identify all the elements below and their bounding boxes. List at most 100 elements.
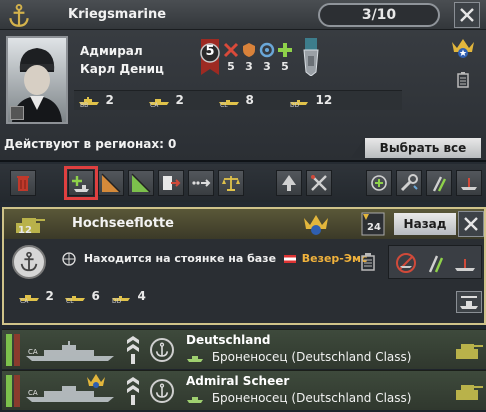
ship-strength-bar	[6, 375, 12, 407]
attack-icon	[223, 42, 239, 58]
ship-count-bb: BB 2	[78, 93, 114, 109]
arrow-up-icon	[282, 175, 296, 191]
active-regions-label: Действуют в регионах: 0	[4, 137, 177, 151]
refit-button[interactable]	[396, 170, 422, 196]
delete-fleet-button[interactable]	[10, 170, 36, 196]
skill-level: 5	[205, 44, 215, 59]
ship-org-bar	[14, 375, 20, 407]
fleet-order-icons	[388, 245, 482, 279]
commander-ship-summary: BB 2 CA 2 CL 8 DD 12	[74, 90, 402, 110]
engagement-button[interactable]	[426, 170, 452, 196]
globe-icon	[62, 252, 76, 266]
ship-mission-button[interactable]	[150, 338, 174, 362]
ship-type-label: DD	[112, 298, 122, 305]
ship-count-value: 6	[91, 289, 100, 303]
ship-priority-icon[interactable]	[453, 252, 477, 274]
fleet-crown-icon[interactable]	[302, 212, 330, 236]
back-button[interactable]: Назад	[394, 213, 456, 235]
ship-type-label: DD	[290, 102, 300, 109]
select-all-button[interactable]: Выбрать все	[365, 138, 481, 158]
ship-class: Броненосец (Deutschland Class)	[186, 350, 411, 364]
stat-coordination-value: 5	[281, 60, 289, 73]
crown-icon[interactable]	[450, 36, 476, 58]
medal-icon	[303, 38, 319, 76]
ship-class-text: Броненосец (Deutschland Class)	[211, 350, 412, 364]
fleet-settings-button[interactable]	[456, 291, 482, 313]
flagship-crown-icon	[87, 374, 105, 388]
defense-icon	[243, 43, 255, 57]
close-button[interactable]	[454, 2, 480, 28]
coordination-icon	[278, 43, 292, 57]
ship-count-value: 2	[105, 93, 114, 107]
merge-icon	[192, 179, 211, 187]
ship-row[interactable]: CA Admiral Scheer Броненосец (Deutschlan…	[2, 370, 486, 410]
no-attack-icon[interactable]	[395, 252, 417, 274]
ship-type-label: CL	[66, 298, 74, 305]
ship-name: Deutschland	[186, 333, 271, 347]
ship-unit-icon	[456, 344, 483, 359]
battery-icon	[457, 72, 469, 88]
priority-button[interactable]	[456, 170, 482, 196]
stat-coordination: 5	[276, 42, 294, 73]
stat-defense: 3	[240, 42, 258, 73]
fleet-status: Находится на стоянке на базе Везер-Эмс	[62, 252, 367, 266]
fleet-close-button[interactable]	[458, 211, 484, 237]
balance-button[interactable]	[218, 170, 244, 196]
trait-badge	[10, 106, 24, 120]
ship-count-cl: CL 6	[64, 289, 100, 305]
anchor-icon	[20, 251, 38, 272]
new-fleet-button[interactable]	[64, 166, 98, 200]
ship-type-label: CA	[150, 102, 159, 109]
ship-count-cl: CL 8	[218, 93, 254, 109]
add-mission-button[interactable]	[366, 170, 392, 196]
rank-chevron-icon	[127, 377, 139, 405]
ship-strength-bar	[6, 334, 12, 366]
ship-name: Admiral Scheer	[186, 374, 290, 388]
upgrade-button[interactable]	[276, 170, 302, 196]
close-icon	[460, 8, 474, 22]
stat-maneuver-value: 3	[263, 60, 271, 73]
commander-group-title: Kriegsmarine	[68, 7, 167, 22]
commander-header: Kriegsmarine 3/10	[0, 0, 486, 30]
ship-type-label: CA	[20, 298, 29, 305]
commander-portrait[interactable]	[6, 36, 68, 124]
fleet-mission-button[interactable]	[12, 245, 46, 279]
split-half-button[interactable]	[128, 170, 154, 196]
ship-list-icon	[460, 296, 478, 309]
anchor-icon	[155, 342, 169, 357]
fleet-ship-summary: CA 2 CL 6 DD 4	[18, 287, 158, 307]
skill-level-badge: 5	[198, 39, 222, 79]
ship-class-icon	[187, 355, 203, 362]
ship-count-value: 4	[137, 289, 146, 303]
anchor-icon	[9, 3, 29, 27]
ship-count-value: 2	[45, 289, 54, 303]
naval-command-window: Kriegsmarine 3/10 Адмирал Карл Дениц 5 5…	[0, 0, 486, 412]
rank-chevron-icon	[127, 336, 139, 364]
fleet-toolbar	[0, 164, 486, 202]
plus-circle-icon	[371, 175, 387, 191]
base-name-link[interactable]: Везер-Эмс	[302, 252, 368, 265]
ship-class-icon	[187, 396, 203, 403]
trash-icon	[17, 176, 29, 191]
svg-text:CA: CA	[28, 348, 38, 356]
svg-text:CA: CA	[28, 389, 38, 397]
fleet-body: Находится на стоянке на базе Везер-Эмс C…	[4, 239, 484, 323]
ship-org-bar	[14, 334, 20, 366]
repair-button[interactable]	[306, 170, 332, 196]
ship-count-ca: CA 2	[148, 93, 184, 109]
rockets-icon[interactable]	[425, 252, 447, 274]
ship-mission-button[interactable]	[150, 379, 174, 403]
maneuver-icon	[259, 42, 275, 58]
ship-silhouette-icon: CA	[26, 341, 114, 361]
ship-row[interactable]: CA Deutschland Броненосец (Deutschland C…	[2, 329, 486, 369]
fleet-title[interactable]: Hochseeflotte	[72, 216, 174, 231]
stat-attack-value: 5	[227, 60, 235, 73]
ship-type-label: CL	[220, 102, 228, 109]
split-icon	[101, 173, 121, 193]
split-fleet-button[interactable]	[98, 170, 124, 196]
transfer-button[interactable]	[158, 170, 184, 196]
ship-count-dd: DD 12	[288, 93, 332, 109]
ship-priority-icon	[461, 178, 477, 190]
close-icon	[464, 217, 478, 231]
merge-button[interactable]	[188, 170, 214, 196]
